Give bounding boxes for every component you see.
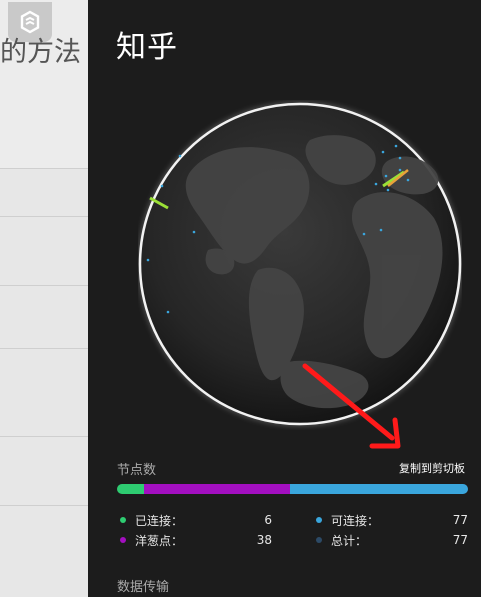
status-dot-icon (120, 537, 126, 543)
divider (0, 168, 88, 169)
node-distribution-bar (117, 484, 468, 494)
stat-value: 77 (452, 533, 468, 547)
stat-label: 洋葱点： (135, 533, 184, 548)
divider (0, 348, 88, 349)
stat-label: 总计： (331, 533, 368, 548)
status-dot-icon (316, 537, 322, 543)
copy-to-clipboard-link[interactable]: 复制到剪切板 (399, 460, 465, 476)
stat-label: 可连接： (331, 513, 380, 528)
stat-label: 已连接： (135, 513, 184, 528)
divider (0, 505, 88, 506)
stat-connected: 已连接： 6 (117, 511, 272, 529)
bar-segment-connected (117, 484, 145, 494)
bar-segment-available (290, 484, 468, 494)
globe-visualization (138, 102, 462, 426)
nodes-section-label: 节点数 (117, 463, 157, 478)
stat-value: 6 (264, 513, 272, 527)
stat-available: 可连接： 77 (313, 511, 468, 529)
stat-value: 77 (452, 513, 468, 527)
data-transfer-section-label: 数据传输 (117, 580, 170, 595)
background-page-title: 的方法 (0, 37, 81, 68)
stat-value: 38 (256, 533, 272, 547)
node-panel: 知乎 节点数 复制到剪切板 已连接： 6 可连接： 77 洋葱点： 38 总计：… (88, 0, 481, 597)
divider (0, 285, 88, 286)
background-page: 的方法 (0, 0, 88, 597)
bar-segment-onion (144, 484, 291, 494)
status-dot-icon (316, 517, 322, 523)
status-dot-icon (120, 517, 126, 523)
panel-title: 知乎 (116, 30, 178, 65)
stat-onion: 洋葱点： 38 (117, 531, 272, 549)
divider (0, 436, 88, 437)
stat-total: 总计： 77 (313, 531, 468, 549)
divider (0, 216, 88, 217)
